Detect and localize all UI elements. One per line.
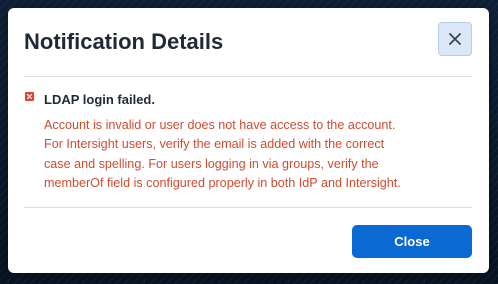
header-divider <box>24 76 472 77</box>
error-message-line: memberOf field is configured properly in… <box>44 176 401 191</box>
dialog-close-x-button[interactable] <box>438 22 472 56</box>
dialog-title: Notification Details <box>24 29 224 54</box>
footer-divider <box>24 207 472 208</box>
close-icon <box>449 33 461 45</box>
close-button[interactable]: Close <box>352 225 472 258</box>
error-message-line: case and spelling. For users logging in … <box>44 156 379 171</box>
error-icon <box>25 92 34 101</box>
error-message-line: Account is invalid or user does not have… <box>44 118 396 132</box>
error-message-line: For Intersight users, verify the email i… <box>44 137 385 152</box>
error-message-body: Account is invalid or user does not have… <box>44 116 484 194</box>
error-message-title: LDAP login failed. <box>44 92 155 107</box>
notification-details-dialog: Notification Details LDAP login failed. … <box>8 8 489 273</box>
